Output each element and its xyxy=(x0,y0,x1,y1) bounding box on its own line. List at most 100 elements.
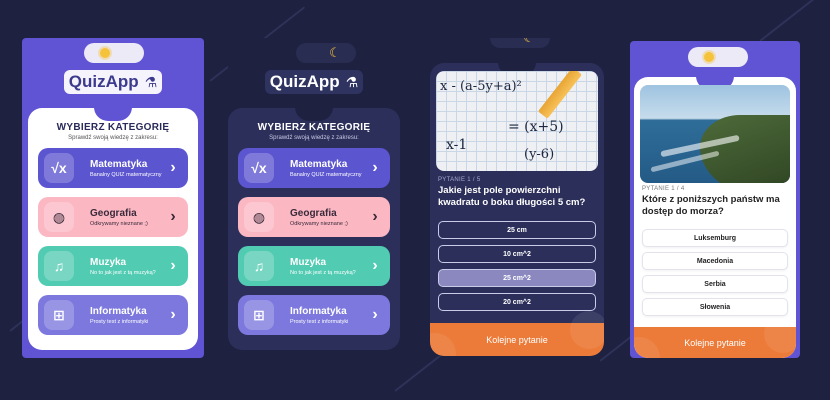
category-text: Muzyka No to jak jest z tą muzyką? xyxy=(290,257,366,276)
category-description: Banalny QUIZ matematyczny xyxy=(290,171,362,178)
theme-toggle[interactable]: ☾ xyxy=(490,38,550,48)
chevron-right-icon: › xyxy=(372,257,378,274)
chevron-right-icon: › xyxy=(372,159,378,176)
dark-categories-screen: ☾ QuizApp ⚗ WYBIERZ KATEGORIĘ Sprawdź sw… xyxy=(228,38,400,350)
logo-text: QuizApp xyxy=(68,72,139,91)
answer-option[interactable]: 20 cm^2 xyxy=(438,293,596,311)
moon-icon: ☾ xyxy=(523,38,535,46)
category-text: Informatyka Prosty test z informatyki xyxy=(290,306,366,325)
category-name: Geografia xyxy=(290,207,337,219)
question-number: PYTANIE 1 / 5 xyxy=(438,177,481,183)
category-name: Muzyka xyxy=(290,256,327,268)
theme-toggle[interactable]: ☾ xyxy=(296,43,356,63)
category-item-muzyka[interactable]: ♫ Muzyka No to jak jest z tą muzyką? › xyxy=(38,246,188,286)
next-question-label: Kolejne pytanie xyxy=(486,334,548,345)
globe-icon: ◍ xyxy=(244,202,274,232)
photo-text: x-1 xyxy=(446,137,468,153)
next-question-button[interactable]: Kolejne pytanie xyxy=(430,311,604,356)
network-icon: ⊞ xyxy=(244,300,274,330)
pencil-icon xyxy=(538,71,582,119)
answer-option[interactable]: 10 cm^2 xyxy=(438,245,596,263)
category-name: Matematyka xyxy=(90,158,148,170)
category-card: WYBIERZ KATEGORIĘ Sprawdź swoją wiedzę z… xyxy=(228,108,400,350)
card-title: WYBIERZ KATEGORIĘ xyxy=(56,122,170,133)
sqrt-x-icon: √x xyxy=(244,153,274,183)
chevron-right-icon: › xyxy=(372,306,378,323)
category-name: Informatyka xyxy=(90,305,147,317)
category-description: Odkrywamy nieznane ;) xyxy=(90,220,148,227)
category-item-geografia[interactable]: ◍ Geografia Odkrywamy nieznane ;) › xyxy=(38,197,188,237)
category-text: Geografia Odkrywamy nieznane ;) xyxy=(290,208,366,227)
category-name: Informatyka xyxy=(290,305,347,317)
music-note-icon: ♫ xyxy=(244,251,274,281)
category-text: Matematyka Banalny QUIZ matematyczny xyxy=(90,159,164,178)
category-description: No to jak jest z tą muzyką? xyxy=(90,269,156,276)
photo-text: = (x+5) xyxy=(508,119,564,135)
music-note-icon: ♫ xyxy=(44,251,74,281)
card-notch xyxy=(295,108,333,121)
logo-text: QuizApp xyxy=(269,72,340,91)
category-text: Muzyka No to jak jest z tą muzyką? xyxy=(90,257,164,276)
math-equation-photo: x - (a-5y+a)² = (x+5) x-1 (y-6) xyxy=(436,71,598,171)
card-subtitle: Sprawdź swoją wiedzę z zakresu: xyxy=(269,135,359,141)
app-logo: QuizApp ⚗ xyxy=(64,70,162,94)
card-title: WYBIERZ KATEGORIĘ xyxy=(257,122,371,133)
background-streak xyxy=(759,0,824,42)
category-item-matematyka[interactable]: √x Matematyka Banalny QUIZ matematyczny … xyxy=(238,148,390,188)
photo-text: (y-6) xyxy=(524,147,555,162)
photo-text: x - (a-5y+a)² xyxy=(440,79,522,94)
category-text: Geografia Odkrywamy nieznane ;) xyxy=(90,208,164,227)
dark-question-screen: ☾ x - (a-5y+a)² = (x+5) x-1 (y-6) PYTANI… xyxy=(430,38,604,356)
category-description: Prosty test z informatyki xyxy=(290,318,349,325)
category-name: Geografia xyxy=(90,207,137,219)
category-description: Odkrywamy nieznane ;) xyxy=(290,220,348,227)
flask-icon: ⚗ xyxy=(144,73,158,90)
sun-icon xyxy=(100,48,110,58)
category-description: No to jak jest z tą muzyką? xyxy=(290,269,356,276)
question-text: Jakie jest pole powierzchni kwadratu o b… xyxy=(438,185,586,208)
answer-option[interactable]: 25 cm^2 xyxy=(438,269,596,287)
category-text: Informatyka Prosty test z informatyki xyxy=(90,306,164,325)
category-item-muzyka[interactable]: ♫ Muzyka No to jak jest z tą muzyką? › xyxy=(238,246,390,286)
category-item-informatyka[interactable]: ⊞ Informatyka Prosty test z informatyki … xyxy=(238,295,390,335)
category-description: Banalny QUIZ matematyczny xyxy=(90,171,162,178)
flask-icon: ⚗ xyxy=(345,73,359,90)
answer-option[interactable]: 25 cm xyxy=(438,221,596,239)
coastline-photo xyxy=(640,85,790,183)
card-subtitle: Sprawdź swoją wiedzę z zakresu: xyxy=(68,135,158,141)
question-text: Które z poniższych państw ma dostęp do m… xyxy=(642,194,780,217)
chevron-right-icon: › xyxy=(170,257,176,274)
light-question-screen: PYTANIE 1 / 4 Które z poniższych państw … xyxy=(630,41,800,358)
category-name: Matematyka xyxy=(290,158,348,170)
chevron-right-icon: › xyxy=(170,159,176,176)
chevron-right-icon: › xyxy=(170,208,176,225)
answer-option[interactable]: Macedonia xyxy=(642,252,788,270)
network-icon: ⊞ xyxy=(44,300,74,330)
category-item-informatyka[interactable]: ⊞ Informatyka Prosty test z informatyki … xyxy=(38,295,188,335)
chevron-right-icon: › xyxy=(170,306,176,323)
answer-option[interactable]: Serbia xyxy=(642,275,788,293)
theme-toggle[interactable] xyxy=(688,47,748,67)
category-item-matematyka[interactable]: √x Matematyka Banalny QUIZ matematyczny … xyxy=(38,148,188,188)
question-card: x - (a-5y+a)² = (x+5) x-1 (y-6) PYTANIE … xyxy=(430,63,604,356)
category-name: Muzyka xyxy=(90,256,127,268)
question-number: PYTANIE 1 / 4 xyxy=(642,186,685,192)
category-item-geografia[interactable]: ◍ Geografia Odkrywamy nieznane ;) › xyxy=(238,197,390,237)
card-notch xyxy=(94,108,132,121)
sqrt-x-icon: √x xyxy=(44,153,74,183)
answer-option[interactable]: Luksemburg xyxy=(642,229,788,247)
category-text: Matematyka Banalny QUIZ matematyczny xyxy=(290,159,366,178)
theme-toggle[interactable] xyxy=(84,43,144,63)
chevron-right-icon: › xyxy=(372,208,378,225)
moon-icon: ☾ xyxy=(329,45,341,60)
next-question-label: Kolejne pytanie xyxy=(684,337,746,348)
next-question-button[interactable]: Kolejne pytanie xyxy=(634,315,796,358)
sun-icon xyxy=(704,52,714,62)
category-description: Prosty test z informatyki xyxy=(90,318,149,325)
answer-option[interactable]: Słowenia xyxy=(642,298,788,316)
category-card: WYBIERZ KATEGORIĘ Sprawdź swoją wiedzę z… xyxy=(28,108,198,350)
question-card: PYTANIE 1 / 4 Które z poniższych państw … xyxy=(634,77,796,358)
globe-icon: ◍ xyxy=(44,202,74,232)
light-categories-screen: QuizApp ⚗ WYBIERZ KATEGORIĘ Sprawdź swoj… xyxy=(22,38,204,358)
app-logo: QuizApp ⚗ xyxy=(265,70,363,94)
